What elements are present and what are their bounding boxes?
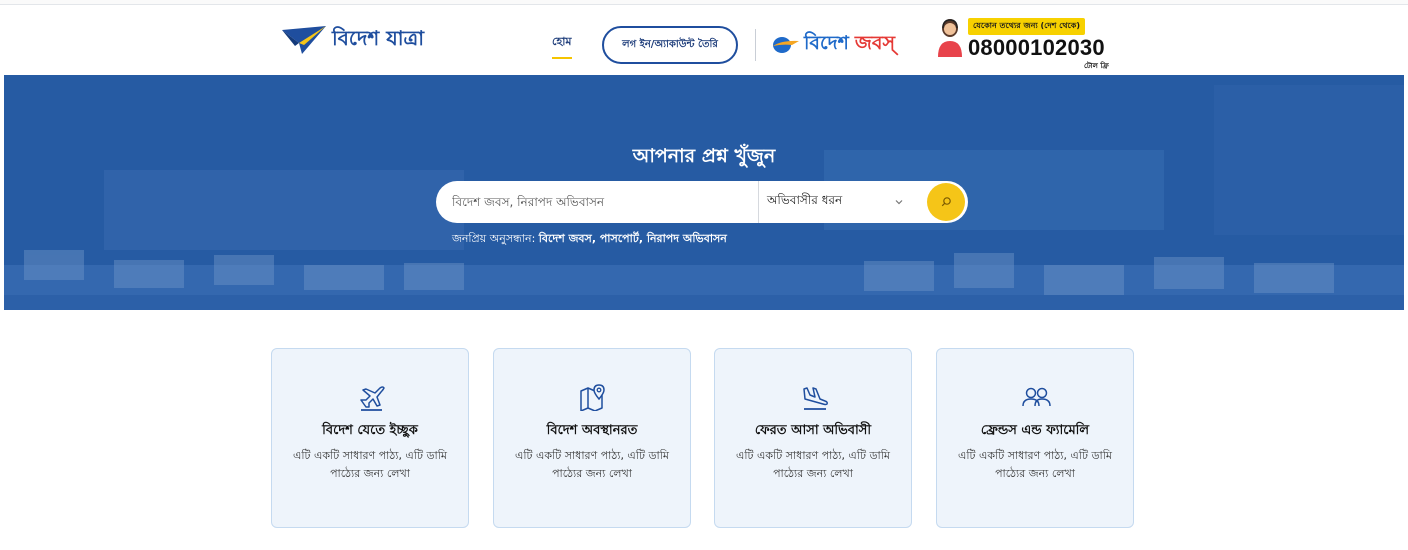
card-title: ফেরত আসা অভিবাসী <box>754 423 872 438</box>
map-pin-icon <box>580 384 605 411</box>
chevron-down-icon <box>895 200 903 205</box>
popular-searches: জনপ্রিয় অনুসন্ধান: বিদেশ জবস, পাসপোর্ট,… <box>452 230 727 249</box>
popular-searches-items[interactable]: বিদেশ জবস, পাসপোর্ট, নিরাপদ অভিবাসন <box>539 232 727 245</box>
card-title: ফ্রেন্ডস এন্ড ফ্যামেলি <box>980 423 1090 438</box>
category-card-abroad[interactable]: বিদেশ অবস্থানরত এটি একটি সাধারণ পাঠ্য, এ… <box>493 348 691 528</box>
hero-title: আপনার প্রশ্ন খুঁজুন <box>632 145 776 167</box>
jobs-logo-word1: বিদেশ <box>804 32 849 54</box>
nav-home-link[interactable]: হোম <box>552 33 572 59</box>
login-register-button[interactable]: লগ ইন/অ্যাকাউন্ট তৈরি <box>602 26 738 64</box>
search-input[interactable] <box>436 181 758 223</box>
paper-plane-logo-icon <box>282 25 326 54</box>
plane-landing-icon <box>803 387 828 410</box>
migrant-type-select-value: অভিবাসীর ধরন <box>767 193 843 207</box>
jobs-logo-word2: জবস্ <box>854 32 895 54</box>
hotline-block[interactable]: যেকোন তথ্যের জন্য (দেশ থেকে) 08000102030… <box>934 17 1114 73</box>
search-icon <box>941 197 951 207</box>
category-card-returnee[interactable]: ফেরত আসা অভিবাসী এটি একটি সাধারণ পাঠ্য, … <box>714 348 912 528</box>
call-agent-icon <box>938 19 962 57</box>
card-title: বিদেশ যেতে ইচ্ছুক <box>322 423 418 438</box>
category-card-outbound[interactable]: বিদেশ যেতে ইচ্ছুক এটি একটি সাধারণ পাঠ্য,… <box>271 348 469 528</box>
hero-search-section: আপনার প্রশ্ন খুঁজুন অভিবাসীর ধরন জনপ্রিয… <box>4 75 1404 310</box>
globe-plane-icon <box>773 37 799 53</box>
toll-free-label: টোল ফ্রি <box>1084 62 1109 70</box>
site-header: বিদেশ যাত্রা হোম লগ ইন/অ্যাকাউন্ট তৈরি ব… <box>0 5 1408 75</box>
bidesh-jatra-logo[interactable]: বিদেশ যাত্রা <box>282 24 424 57</box>
card-description: এটি একটি সাধারণ পাঠ্য, এটি ডামি পাঠ্যের … <box>515 449 669 480</box>
hotline-tag: যেকোন তথ্যের জন্য (দেশ থেকে) <box>968 18 1086 35</box>
card-description: এটি একটি সাধারণ পাঠ্য, এটি ডামি পাঠ্যের … <box>958 449 1112 480</box>
header-divider <box>755 29 756 61</box>
logo-text: বিদেশ যাত্রা <box>332 26 425 50</box>
users-icon <box>1022 387 1051 407</box>
migrant-type-select[interactable]: অভিবাসীর ধরন <box>759 181 927 223</box>
category-card-family[interactable]: ফ্রেন্ডস এন্ড ফ্যামেলি এটি একটি সাধারণ প… <box>936 348 1134 528</box>
plane-takeoff-icon <box>360 386 385 411</box>
popular-searches-label: জনপ্রিয় অনুসন্ধান: <box>452 232 536 245</box>
bidesh-jobs-logo[interactable]: বিদেশ জবস্ <box>770 29 895 61</box>
card-description: এটি একটি সাধারণ পাঠ্য, এটি ডামি পাঠ্যের … <box>293 449 447 480</box>
hotline-number[interactable]: 08000102030 <box>968 35 1105 61</box>
card-description: এটি একটি সাধারণ পাঠ্য, এটি ডামি পাঠ্যের … <box>736 449 890 480</box>
search-bar: অভিবাসীর ধরন <box>436 181 968 223</box>
search-button[interactable] <box>927 183 965 221</box>
card-title: বিদেশ অবস্থানরত <box>546 423 638 438</box>
